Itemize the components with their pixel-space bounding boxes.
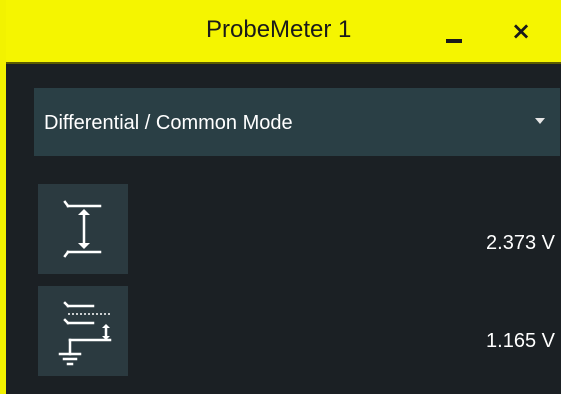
close-button[interactable]: × xyxy=(506,14,536,48)
window-title: ProbeMeter 1 xyxy=(206,16,352,43)
close-icon: × xyxy=(510,17,532,45)
probemeter-window: ProbeMeter 1 × Differential / Common Mod… xyxy=(0,0,561,394)
minimize-button[interactable] xyxy=(438,18,470,46)
common-mode-voltage-icon xyxy=(58,301,112,366)
dropdown-arrow-icon xyxy=(535,118,545,124)
measurement-mode-dropdown[interactable]: Differential / Common Mode xyxy=(34,88,560,156)
minimize-icon xyxy=(446,39,462,43)
measurement-mode-value: Differential / Common Mode xyxy=(44,112,293,134)
common-mode-voltage-tile xyxy=(38,286,128,376)
title-bar[interactable]: ProbeMeter 1 × xyxy=(6,0,561,64)
differential-voltage-value: 2.373 V xyxy=(486,232,555,254)
differential-voltage-icon xyxy=(63,200,102,258)
common-mode-voltage-value: 1.165 V xyxy=(486,330,555,352)
differential-voltage-tile xyxy=(38,184,128,274)
